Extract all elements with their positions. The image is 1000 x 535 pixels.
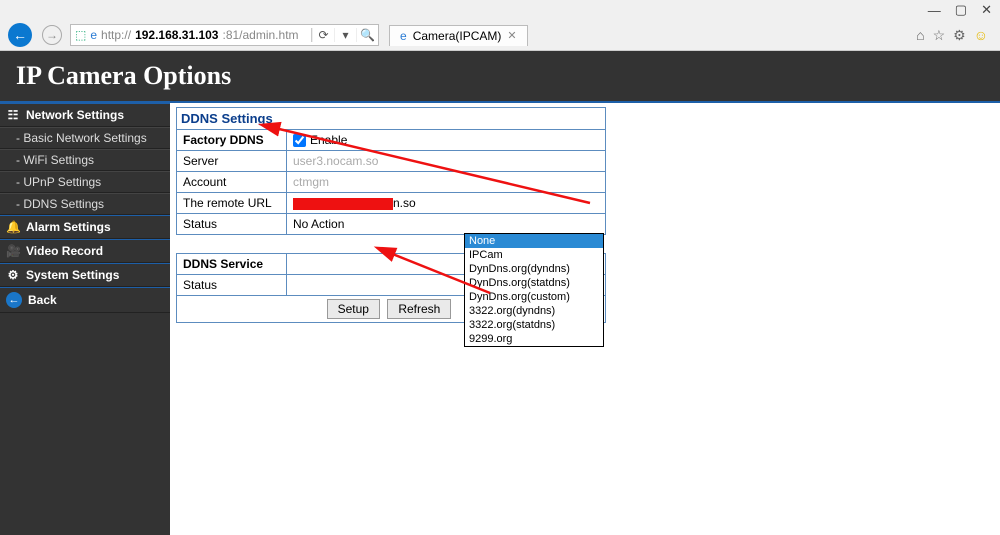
video-icon: 🎥 [6,244,20,258]
panel-title: DDNS Settings [176,107,606,129]
url-host: 192.168.31.103 [135,28,218,42]
window-maximize-button[interactable]: ▢ [955,2,967,18]
sidebar-item-label: WiFi Settings [23,153,94,167]
ddns-service-dropdown[interactable]: None IPCam DynDns.org(dyndns) DynDns.org… [464,233,604,347]
sidebar-item-label: UPnP Settings [23,175,101,189]
sidebar-item-label: System Settings [26,268,119,282]
network-icon: ☷ [6,108,20,122]
dropdown-option-3322-statdns[interactable]: 3322.org(statdns) [465,318,603,332]
sidebar-item-system[interactable]: ⚙ System Settings [0,263,170,287]
cell-remote-val: n.so [287,193,606,214]
enable-label: Enable [310,133,347,147]
browser-chrome: — ▢ ✕ ← → ⬚ e http:// 192.168.31.103 :81/a… [0,0,1000,51]
row-ddns-service: DDNS Service [177,254,287,275]
sidebar-item-label: Back [28,293,57,307]
browser-tab[interactable]: e Camera(IPCAM) ✕ [389,25,528,46]
refresh-icon[interactable]: ⟳ [312,28,334,42]
sidebar-item-label: DDNS Settings [23,197,104,211]
account-value: ctmgm [293,175,329,189]
browser-right-icons: ⌂ ☆ ⚙ ☺ [916,27,994,44]
tab-favicon: e [400,29,407,43]
sidebar-item-network[interactable]: ☷ Network Settings [0,103,170,127]
remote-suffix: n.so [393,196,416,210]
tab-close-icon[interactable]: ✕ [507,29,516,42]
row-account: Account [177,172,287,193]
sidebar-item-wifi[interactable]: - WiFi Settings [0,149,170,171]
tab-title: Camera(IPCAM) [413,29,502,43]
dropdown-option-dyndns-custom[interactable]: DynDns.org(custom) [465,290,603,304]
redacted-url [293,198,393,210]
tools-icon[interactable]: ⚙ [953,27,966,44]
dropdown-option-9299[interactable]: 9299.org [465,332,603,346]
sidebar-item-ddns[interactable]: - DDNS Settings [0,193,170,215]
search-dropdown-icon[interactable]: ▾ [334,28,356,42]
setup-button[interactable]: Setup [327,299,380,319]
cell-server-val: user3.nocam.so [287,151,606,172]
browser-toolbar: ← → ⬚ e http:// 192.168.31.103 :81/admin.h… [0,20,1000,50]
row-server: Server [177,151,287,172]
cell-account-val: ctmgm [287,172,606,193]
address-bar-icons: ⟳ ▾ 🔍 [311,28,378,42]
url-prefix: http:// [101,28,131,42]
dropdown-option-dyndns-statdns[interactable]: DynDns.org(statdns) [465,276,603,290]
dropdown-option-none[interactable]: None [465,234,603,248]
row-remote-url: The remote URL [177,193,287,214]
content-area: DDNS Settings Factory DDNS Enable Server… [170,103,1000,535]
sidebar-item-back[interactable]: ← Back [0,287,170,313]
feedback-icon[interactable]: ☺ [974,27,988,43]
sidebar-item-label: Basic Network Settings [23,131,146,145]
sidebar-item-upnp[interactable]: - UPnP Settings [0,171,170,193]
row-service-status: Status [177,275,287,296]
browser-forward-button[interactable]: → [38,23,66,47]
cell-status-val: No Action [287,214,606,235]
address-bar[interactable]: ⬚ e http:// 192.168.31.103 :81/admin.htm [71,28,311,42]
app-header: IP Camera Options [0,51,1000,103]
page-title: IP Camera Options [16,61,984,91]
dropdown-option-dyndns-dyndns[interactable]: DynDns.org(dyndns) [465,262,603,276]
enable-checkbox[interactable] [293,134,306,147]
sidebar: ☷ Network Settings - Basic Network Setti… [0,103,170,535]
favorites-icon[interactable]: ☆ [933,27,946,44]
search-icon[interactable]: 🔍 [356,28,378,42]
gear-icon: ⚙ [6,268,20,282]
tab-strip: e Camera(IPCAM) ✕ [389,25,528,46]
cell-enable: Enable [287,130,606,151]
app-body: ☷ Network Settings - Basic Network Setti… [0,103,1000,535]
ie-icon: e [90,28,97,42]
refresh-button[interactable]: Refresh [387,299,451,319]
row-factory-ddns: Factory DDNS [177,130,287,151]
dropdown-option-ipcam[interactable]: IPCam [465,248,603,262]
tab-icon: ⬚ [75,28,86,42]
alarm-icon: 🔔 [6,220,20,234]
sidebar-item-video[interactable]: 🎥 Video Record [0,239,170,263]
address-bar-wrap: ⬚ e http:// 192.168.31.103 :81/admin.htm ⟳… [70,24,379,46]
server-value: user3.nocam.so [293,154,378,168]
window-titlebar: — ▢ ✕ [0,0,1000,20]
home-icon[interactable]: ⌂ [916,27,924,43]
url-suffix: :81/admin.htm [222,28,298,42]
factory-ddns-table: Factory DDNS Enable Server user3.nocam.s… [176,129,606,235]
back-icon: ← [6,292,22,308]
window-close-button[interactable]: ✕ [981,2,992,18]
row-status: Status [177,214,287,235]
dropdown-option-3322-dyndns[interactable]: 3322.org(dyndns) [465,304,603,318]
window-minimize-button[interactable]: — [928,3,941,18]
sidebar-item-label: Network Settings [26,108,124,122]
sidebar-item-label: Alarm Settings [26,220,111,234]
sidebar-item-basic-network[interactable]: - Basic Network Settings [0,127,170,149]
sidebar-item-alarm[interactable]: 🔔 Alarm Settings [0,215,170,239]
sidebar-item-label: Video Record [26,244,103,258]
browser-back-button[interactable]: ← [6,23,34,47]
